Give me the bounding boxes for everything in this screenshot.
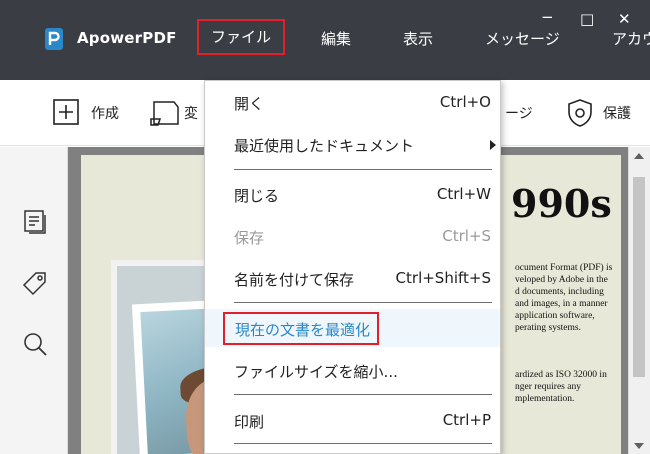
doc-line: application software, xyxy=(515,311,595,321)
menu-message[interactable]: メッセージ xyxy=(485,28,560,49)
menu-item-label: 現在の文書を最適化 xyxy=(235,321,371,339)
menu-separator xyxy=(234,169,492,170)
submenu-arrow-icon xyxy=(490,140,496,150)
menu-item-save-as[interactable]: 名前を付けて保存 Ctrl+Shift+S xyxy=(205,259,500,297)
protect-icon[interactable] xyxy=(566,98,594,128)
doc-line: perating systems. xyxy=(515,323,581,333)
doc-line: nger requires any xyxy=(515,382,581,392)
vertical-scrollbar[interactable] xyxy=(628,147,650,454)
menu-item-close[interactable]: 閉じる Ctrl+W xyxy=(205,175,500,213)
apowerpdf-logo-icon xyxy=(45,28,63,50)
menu-edit[interactable]: 編集 xyxy=(321,28,351,49)
menu-item-label: 開く xyxy=(234,95,265,113)
menu-view[interactable]: 表示 xyxy=(403,28,433,49)
menu-account[interactable]: アカウ xyxy=(612,28,650,49)
create-button[interactable]: 作成 xyxy=(91,103,119,123)
scroll-down-icon[interactable] xyxy=(634,443,644,449)
title-bar: ApowerPDF ファイル 編集 表示 メッセージ アカウ − □ ✕ xyxy=(0,0,650,80)
menu-item-label: 閉じる xyxy=(234,187,280,205)
bookmark-tag-icon[interactable] xyxy=(22,271,48,297)
menu-item-reduce-file-size[interactable]: ファイルサイズを縮小... xyxy=(205,351,500,389)
menu-item-optimize-document[interactable]: 現在の文書を最適化 xyxy=(205,309,500,347)
menu-item-shortcut: Ctrl+W xyxy=(436,185,491,203)
menu-item-open[interactable]: 開く Ctrl+O xyxy=(205,83,500,121)
menu-item-shortcut: Ctrl+S xyxy=(442,227,491,245)
search-icon[interactable] xyxy=(22,331,48,357)
minimize-button[interactable]: − xyxy=(541,8,554,26)
doc-line: mplementation. xyxy=(515,394,575,404)
doc-line: and images, in a manner xyxy=(515,299,608,309)
create-icon[interactable] xyxy=(53,99,79,125)
convert-button[interactable]: 変 xyxy=(184,103,198,123)
doc-line: d documents, including xyxy=(515,287,604,297)
convert-icon[interactable] xyxy=(150,99,182,127)
doc-line: ocument Format (PDF) is xyxy=(515,263,613,273)
menu-item-print[interactable]: 印刷 Ctrl+P xyxy=(205,401,500,439)
scroll-up-icon[interactable] xyxy=(634,153,644,159)
menu-item-shortcut: Ctrl+O xyxy=(439,93,491,111)
menu-item-label: ファイルサイズを縮小... xyxy=(234,363,398,381)
app-name: ApowerPDF xyxy=(77,29,177,47)
menu-item-recent-documents[interactable]: 最近使用したドキュメント xyxy=(205,125,500,163)
doc-line: ardized as ISO 32000 in xyxy=(515,370,607,380)
menu-separator xyxy=(234,302,492,303)
file-menu-dropdown: 開く Ctrl+O 最近使用したドキュメント 閉じる Ctrl+W 保存 Ctr… xyxy=(204,80,501,454)
menu-separator xyxy=(234,443,492,444)
page-button[interactable]: ージ xyxy=(505,103,533,123)
menu-item-label: 印刷 xyxy=(234,413,265,431)
menu-item-shortcut: Ctrl+Shift+S xyxy=(395,269,491,287)
close-button[interactable]: ✕ xyxy=(618,10,631,28)
menu-separator xyxy=(234,394,492,395)
menu-file[interactable]: ファイル xyxy=(197,19,285,55)
left-panel xyxy=(0,147,68,454)
menu-item-label: 最近使用したドキュメント xyxy=(234,137,415,155)
scroll-thumb[interactable] xyxy=(633,177,645,377)
menu-item-label: 名前を付けて保存 xyxy=(234,271,355,289)
menu-item-shortcut: Ctrl+P xyxy=(442,411,491,429)
thumbnails-icon[interactable] xyxy=(22,209,48,235)
protect-button[interactable]: 保護 xyxy=(603,103,631,123)
menu-item-save[interactable]: 保存 Ctrl+S xyxy=(205,217,500,255)
document-heading: 990s xyxy=(511,181,612,226)
doc-line: veloped by Adobe in the xyxy=(515,275,608,285)
maximize-button[interactable]: □ xyxy=(580,10,594,28)
menu-item-label: 保存 xyxy=(234,229,265,247)
